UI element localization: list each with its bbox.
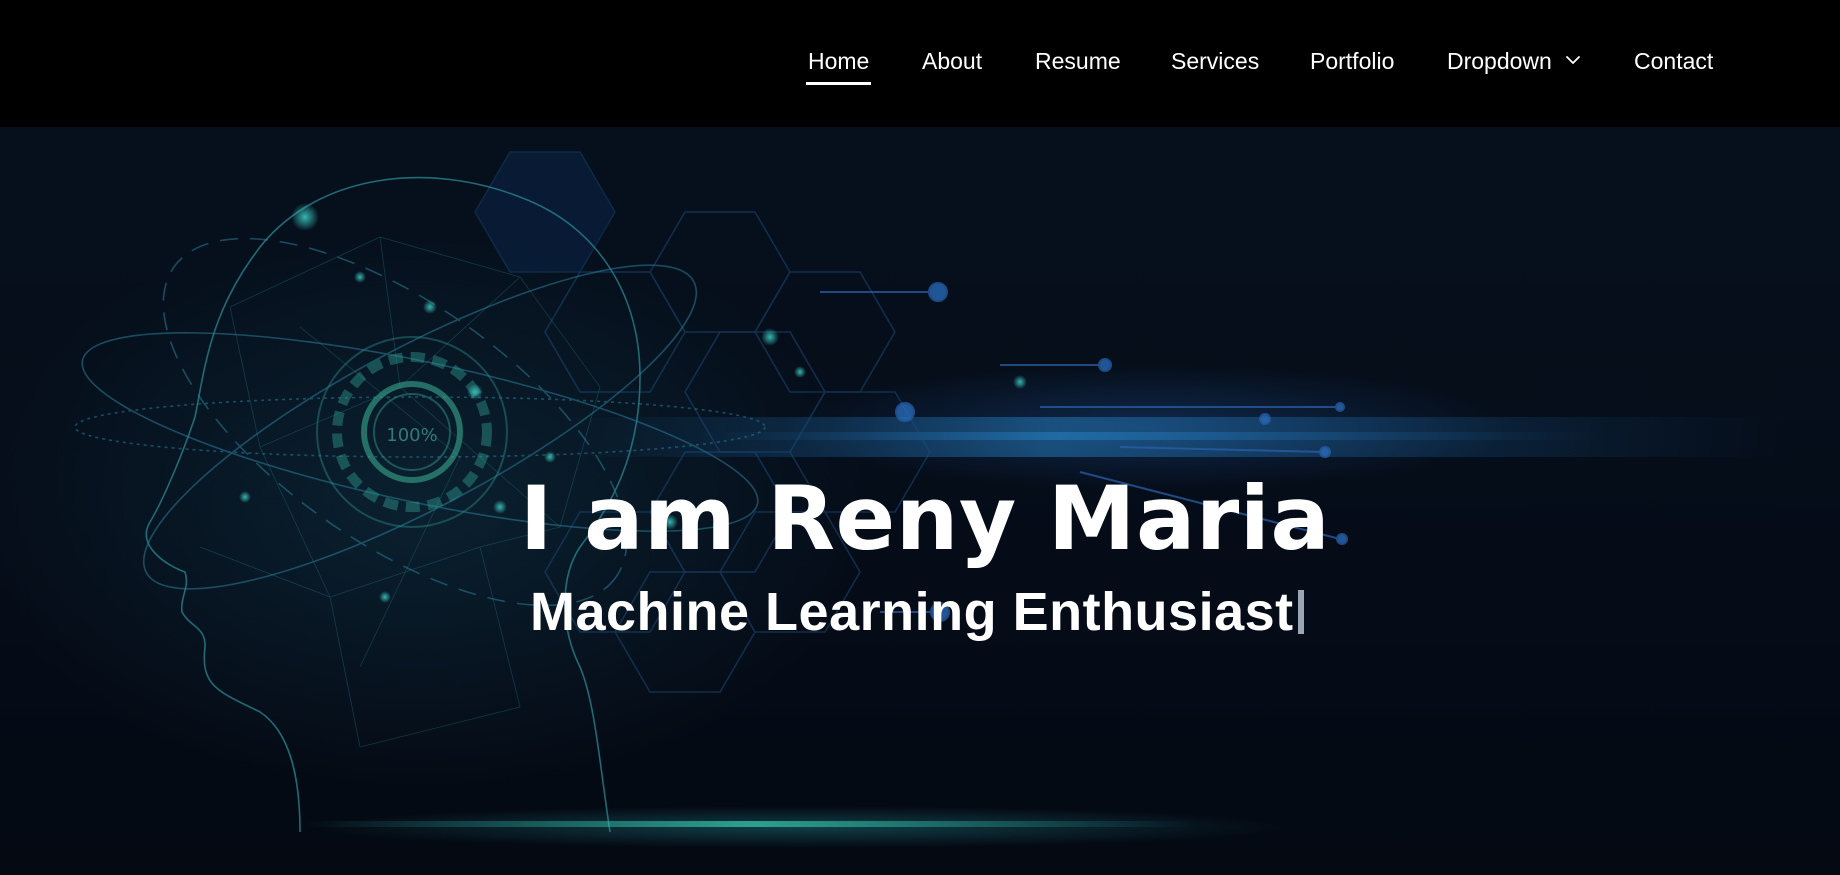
nav-dropdown-toggle[interactable]: Dropdown: [1447, 44, 1582, 78]
main-nav: Home About Resume Services Portfolio Dro…: [0, 0, 1840, 127]
hero-subtitle: Machine Learning Enthusiast: [530, 580, 1304, 644]
nav-about-link[interactable]: About: [922, 44, 982, 78]
nav-services-link[interactable]: Services: [1171, 44, 1259, 78]
typing-cursor: [1297, 589, 1304, 634]
chevron-down-icon: [1566, 56, 1581, 64]
nav-contact-link[interactable]: Contact: [1634, 44, 1713, 78]
hero-section: 100% I am Reny Maria Machine Learning En…: [0, 127, 1840, 875]
floor-glow: [300, 821, 1200, 827]
nav-resume-link[interactable]: Resume: [1035, 44, 1121, 78]
gauge-label: 100%: [386, 425, 437, 446]
light-streak: [700, 432, 1600, 440]
nav-home-link[interactable]: Home: [805, 44, 872, 85]
hero-title: I am Reny Maria: [519, 466, 1331, 570]
nav-portfolio-link[interactable]: Portfolio: [1310, 44, 1394, 78]
hero-subtitle-text: Machine Learning Enthusiast: [530, 581, 1294, 642]
nav-dropdown-label: Dropdown: [1447, 48, 1552, 74]
site-header: Home About Resume Services Portfolio Dro…: [0, 0, 1840, 127]
